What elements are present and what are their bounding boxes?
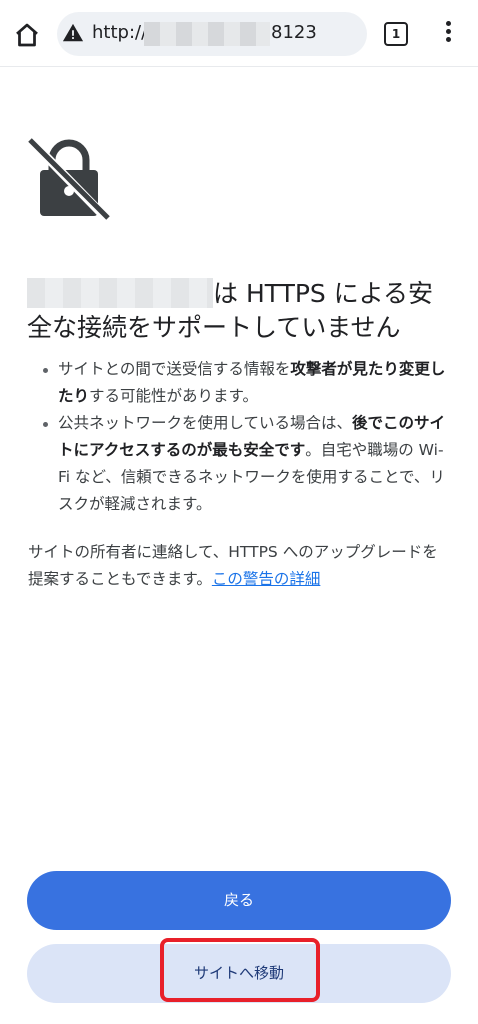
broken-lock-icon — [28, 138, 110, 222]
url-port-text: 8123 — [271, 22, 317, 43]
browser-toolbar: http:// 8123 1 — [0, 0, 478, 67]
url-redacted — [144, 22, 270, 46]
warning-list: サイトとの間で送受信する情報を攻撃者が見たり変更したりする可能性があります。 公… — [30, 356, 450, 518]
back-button[interactable]: 戻る — [27, 871, 451, 930]
bullet-text: サイトとの間で送受信する情報を — [58, 360, 291, 378]
page-title: は HTTPS による安 全な接続をサポートしていません — [27, 277, 447, 345]
bullet-text: 公共ネットワークを使用している場合は、 — [58, 414, 353, 432]
redacted-hostname — [27, 278, 213, 308]
owner-contact-paragraph: サイトの所有者に連絡して、HTTPS へのアップグレードを提案することもできます… — [28, 539, 448, 593]
list-item: サイトとの間で送受信する情報を攻撃者が見たり変更したりする可能性があります。 — [30, 356, 450, 410]
warning-icon[interactable] — [62, 22, 84, 44]
bullet-text: する可能性があります。 — [89, 387, 258, 405]
tab-switcher-button[interactable]: 1 — [384, 22, 408, 46]
url-text: http:// — [92, 22, 148, 43]
highlight-box — [160, 938, 320, 1002]
list-item: 公共ネットワークを使用している場合は、後でこのサイトにアクセスするのが最も安全で… — [30, 410, 450, 518]
more-menu-icon[interactable] — [442, 18, 454, 48]
title-text-2: 全な接続をサポートしていません — [27, 313, 401, 342]
home-icon[interactable] — [12, 20, 42, 50]
learn-more-link[interactable]: この警告の詳細 — [212, 570, 321, 588]
title-text-1: は HTTPS による安 — [213, 279, 433, 308]
